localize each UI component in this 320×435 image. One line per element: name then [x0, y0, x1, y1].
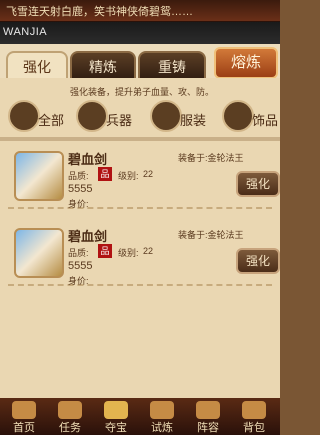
nav-bag[interactable]: 背包 — [232, 401, 276, 434]
item-card[interactable]: 碧血剑 品质: 品 级别: 22 5555 身价: 装备于:金轮法王 强化 — [8, 222, 280, 286]
category-accessory[interactable]: 饰品 — [222, 100, 280, 134]
category-label: 全部 — [38, 113, 65, 128]
power-value: 5555 — [68, 183, 93, 195]
equip-info: 装备于:金轮法王 — [178, 228, 244, 241]
marquee-bar: 飞雪连天射白鹿，笑书神侠倚碧鸳…… — [0, 0, 280, 22]
category-weapon[interactable]: 兵器 — [76, 100, 138, 134]
nav-label: 夺宝 — [105, 422, 127, 434]
level-label: 级别: — [118, 171, 139, 181]
price-label: 身价: — [68, 276, 89, 286]
nav-trial[interactable]: 试炼 — [140, 401, 184, 434]
quality-label: 品质: — [68, 248, 89, 258]
nav-treasure[interactable]: 夺宝 — [94, 401, 138, 434]
level-value: 22 — [143, 169, 154, 179]
item-thumbnail — [14, 151, 64, 201]
ring-icon — [222, 100, 254, 132]
nav-home[interactable]: 首页 — [2, 401, 46, 434]
item-name: 碧血剑 — [68, 152, 108, 167]
bag-icon — [242, 401, 266, 419]
trial-icon — [150, 401, 174, 419]
nav-label: 阵容 — [197, 422, 219, 434]
level-label: 级别: — [118, 248, 139, 258]
equip-label: 装备于: — [178, 153, 208, 163]
bag-icon — [8, 100, 40, 132]
quality-label: 品质: — [68, 171, 89, 181]
marquee-text: 飞雪连天射白鹿，笑书神侠倚碧鸳…… — [6, 6, 193, 18]
item-name: 碧血剑 — [68, 229, 108, 244]
nav-label: 任务 — [59, 422, 81, 434]
equip-target: 金轮法王 — [207, 153, 244, 163]
category-label: 服装 — [180, 113, 207, 128]
equip-target: 金轮法王 — [207, 230, 244, 240]
strengthen-button[interactable]: 强化 — [236, 248, 280, 274]
quality-badge-icon: 品 — [98, 244, 112, 258]
nav-label: 试炼 — [151, 422, 173, 434]
level-value: 22 — [143, 246, 154, 256]
tab-strengthen[interactable]: 强化 — [6, 51, 68, 81]
title-text: WANJIA — [3, 26, 48, 38]
item-thumbnail — [14, 228, 64, 278]
category-clothing[interactable]: 服装 — [150, 100, 212, 134]
armor-icon — [150, 100, 182, 132]
category-label: 饰品 — [252, 113, 279, 128]
nav-label: 首页 — [13, 422, 35, 434]
home-icon — [12, 401, 36, 419]
category-all[interactable]: 全部 — [8, 100, 70, 134]
power-value: 5555 — [68, 260, 93, 272]
melt-button[interactable]: 熔炼 — [214, 47, 278, 79]
scroll-icon — [58, 401, 82, 419]
section-divider — [0, 137, 280, 141]
quality-badge-icon: 品 — [98, 167, 112, 181]
treasure-icon — [104, 401, 128, 419]
category-label: 兵器 — [106, 113, 133, 128]
item-card[interactable]: 碧血剑 品质: 品 级别: 22 5555 身价: 装备于:金轮法王 强化 — [8, 145, 280, 209]
equip-info: 装备于:金轮法王 — [178, 151, 244, 164]
strengthen-button[interactable]: 强化 — [236, 171, 280, 197]
panel-description: 强化装备，提升弟子血量、攻、防。 — [70, 87, 215, 97]
sword-icon — [76, 100, 108, 132]
title-bar: WANJIA — [0, 22, 280, 64]
price-label: 身价: — [68, 199, 89, 209]
nav-team[interactable]: 阵容 — [186, 401, 230, 434]
nav-label: 背包 — [243, 422, 265, 434]
equip-label: 装备于: — [178, 230, 208, 240]
team-icon — [196, 401, 220, 419]
nav-task[interactable]: 任务 — [48, 401, 92, 434]
